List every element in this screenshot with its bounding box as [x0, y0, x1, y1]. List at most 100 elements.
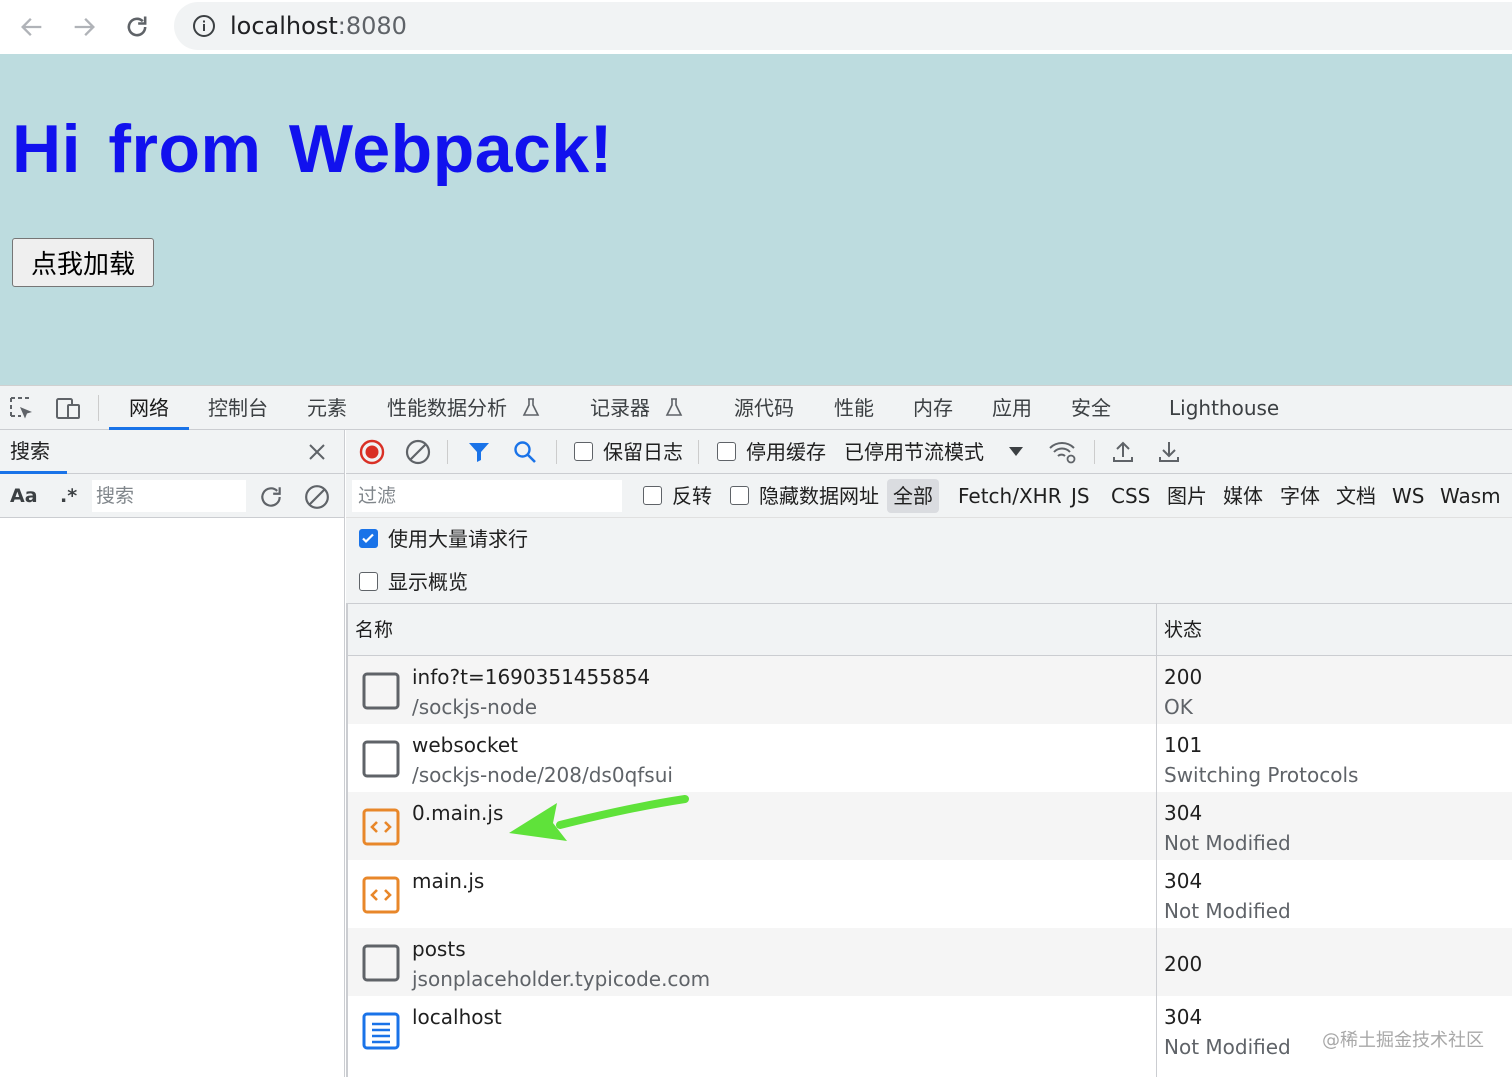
- upload-icon[interactable]: [1110, 439, 1136, 465]
- clear-log-icon[interactable]: [405, 439, 431, 465]
- show-overview-label: 显示概览: [388, 570, 468, 594]
- preserve-log-checkbox[interactable]: [574, 442, 593, 461]
- type-filter-fetch-xhr[interactable]: Fetch/XHR: [958, 474, 1062, 518]
- tab-application[interactable]: 应用: [992, 386, 1032, 430]
- status-text: Switching Protocols: [1164, 763, 1359, 787]
- script-file-icon: [362, 876, 400, 914]
- status-code: 101: [1164, 733, 1203, 757]
- type-filter-js[interactable]: JS: [1071, 474, 1090, 518]
- type-filter-all[interactable]: 全部: [887, 479, 939, 513]
- forward-button[interactable]: [64, 7, 104, 47]
- type-filter-img[interactable]: 图片: [1167, 474, 1207, 518]
- toolbar-separator: [698, 440, 699, 464]
- tab-security[interactable]: 安全: [1071, 386, 1111, 430]
- status-code: 200: [1164, 665, 1203, 689]
- preserve-log-label: 保留日志: [603, 440, 683, 464]
- search-pane-title[interactable]: 搜索: [10, 430, 50, 472]
- record-stop-icon[interactable]: [359, 439, 385, 465]
- tab-network[interactable]: 网络: [109, 386, 189, 430]
- load-button[interactable]: 点我加载: [12, 238, 154, 287]
- table-row[interactable]: websocket /sockjs-node/208/ds0qfsui 101 …: [348, 724, 1512, 792]
- tab-console[interactable]: 控制台: [208, 386, 268, 430]
- throttling-select[interactable]: 已停用节流模式: [844, 430, 984, 474]
- network-conditions-icon[interactable]: [1048, 439, 1078, 465]
- status-text: Not Modified: [1164, 831, 1291, 855]
- search-input[interactable]: 搜索: [92, 480, 246, 512]
- column-divider[interactable]: [1156, 604, 1157, 1077]
- tab-lighthouse[interactable]: Lighthouse: [1169, 386, 1279, 430]
- search-pane-header: 搜索: [0, 430, 344, 474]
- browser-toolbar: localhost:8080: [0, 0, 1512, 54]
- reload-icon: [127, 16, 147, 37]
- table-row[interactable]: posts jsonplaceholder.typicode.com 200: [348, 928, 1512, 996]
- filter-input[interactable]: 过滤: [352, 480, 622, 512]
- request-name: 0.main.js: [412, 801, 504, 825]
- tab-performance[interactable]: 性能: [834, 386, 874, 430]
- request-name: info?t=1690351455854: [412, 665, 651, 689]
- type-filter-font[interactable]: 字体: [1280, 474, 1320, 518]
- disable-cache-checkbox[interactable]: [717, 442, 736, 461]
- table-row[interactable]: main.js 304 Not Modified: [348, 860, 1512, 928]
- page-heading: Hi from Webpack!: [12, 111, 613, 187]
- show-overview-checkbox[interactable]: [359, 572, 378, 591]
- url-text[interactable]: localhost:8080: [230, 12, 407, 40]
- filter-bar: 过滤 反转 隐藏数据网址 全部 Fetch/XHR JS CSS 图片 媒体 字…: [346, 474, 1512, 518]
- request-name: posts: [412, 937, 466, 961]
- device-toggle-icon[interactable]: [54, 395, 82, 423]
- annotation-arrow-icon: [509, 795, 689, 841]
- toolbar-separator: [1094, 440, 1095, 464]
- refresh-icon[interactable]: [258, 484, 284, 510]
- table-row[interactable]: info?t=1690351455854 /sockjs-node 200 OK: [348, 656, 1512, 724]
- blank-file-icon: [362, 740, 400, 778]
- back-button[interactable]: [12, 7, 52, 47]
- toolbar-separator: [98, 395, 99, 421]
- type-filter-wasm[interactable]: Wasm: [1440, 474, 1501, 518]
- blank-file-icon: [362, 672, 400, 710]
- chevron-down-icon[interactable]: [1009, 447, 1023, 456]
- toolbar-separator: [447, 440, 448, 464]
- toolbar-separator: [556, 440, 557, 464]
- inspect-element-icon[interactable]: [8, 395, 36, 423]
- network-toolbar: 保留日志 停用缓存 已停用节流模式: [346, 430, 1512, 474]
- request-path: /sockjs-node: [412, 695, 538, 719]
- disable-cache-label: 停用缓存: [746, 440, 826, 464]
- tab-elements[interactable]: 元素: [307, 386, 347, 430]
- large-rows-checkbox[interactable]: [359, 529, 378, 548]
- url-port: :8080: [337, 12, 407, 40]
- address-bar[interactable]: localhost:8080: [174, 2, 1512, 50]
- search-icon[interactable]: [512, 439, 538, 465]
- info-icon[interactable]: [192, 14, 216, 38]
- close-icon[interactable]: [305, 440, 329, 464]
- hide-data-urls-label: 隐藏数据网址: [759, 484, 879, 508]
- regex-toggle[interactable]: .*: [60, 474, 77, 518]
- invert-checkbox[interactable]: [643, 486, 662, 505]
- type-filter-ws[interactable]: WS: [1392, 474, 1424, 518]
- request-name: websocket: [412, 733, 519, 757]
- reload-button[interactable]: [117, 7, 157, 47]
- type-filter-doc[interactable]: 文档: [1336, 474, 1376, 518]
- status-code: 304: [1164, 1005, 1203, 1029]
- flask-icon: [666, 398, 683, 416]
- type-filter-media[interactable]: 媒体: [1223, 474, 1263, 518]
- type-filter-css[interactable]: CSS: [1111, 474, 1150, 518]
- arrow-right-icon: [74, 18, 95, 36]
- tab-performance-insights[interactable]: 性能数据分析: [387, 386, 541, 430]
- hide-data-urls-checkbox[interactable]: [730, 486, 749, 505]
- tab-sources[interactable]: 源代码: [734, 386, 794, 430]
- download-icon[interactable]: [1156, 439, 1182, 465]
- devtools-tabbar: 网络 控制台 元素 性能数据分析 记录器 源代码 性能 内存 应用 安全 Lig…: [0, 385, 1512, 430]
- request-name: localhost: [412, 1005, 502, 1029]
- search-options-row: Aa .* 搜索: [0, 474, 344, 518]
- request-name: main.js: [412, 869, 485, 893]
- filter-icon[interactable]: [466, 439, 492, 465]
- status-text: Not Modified: [1164, 899, 1291, 923]
- page-viewport: Hi from Webpack! 点我加载: [0, 54, 1512, 385]
- url-host: localhost: [230, 12, 338, 40]
- tab-memory[interactable]: 内存: [913, 386, 953, 430]
- clear-icon[interactable]: [304, 484, 330, 510]
- match-case-toggle[interactable]: Aa: [10, 474, 38, 518]
- column-header-name[interactable]: 名称: [355, 604, 393, 656]
- tab-recorder[interactable]: 记录器: [590, 386, 684, 430]
- column-header-status[interactable]: 状态: [1164, 604, 1202, 656]
- table-header: 名称 状态: [348, 604, 1512, 656]
